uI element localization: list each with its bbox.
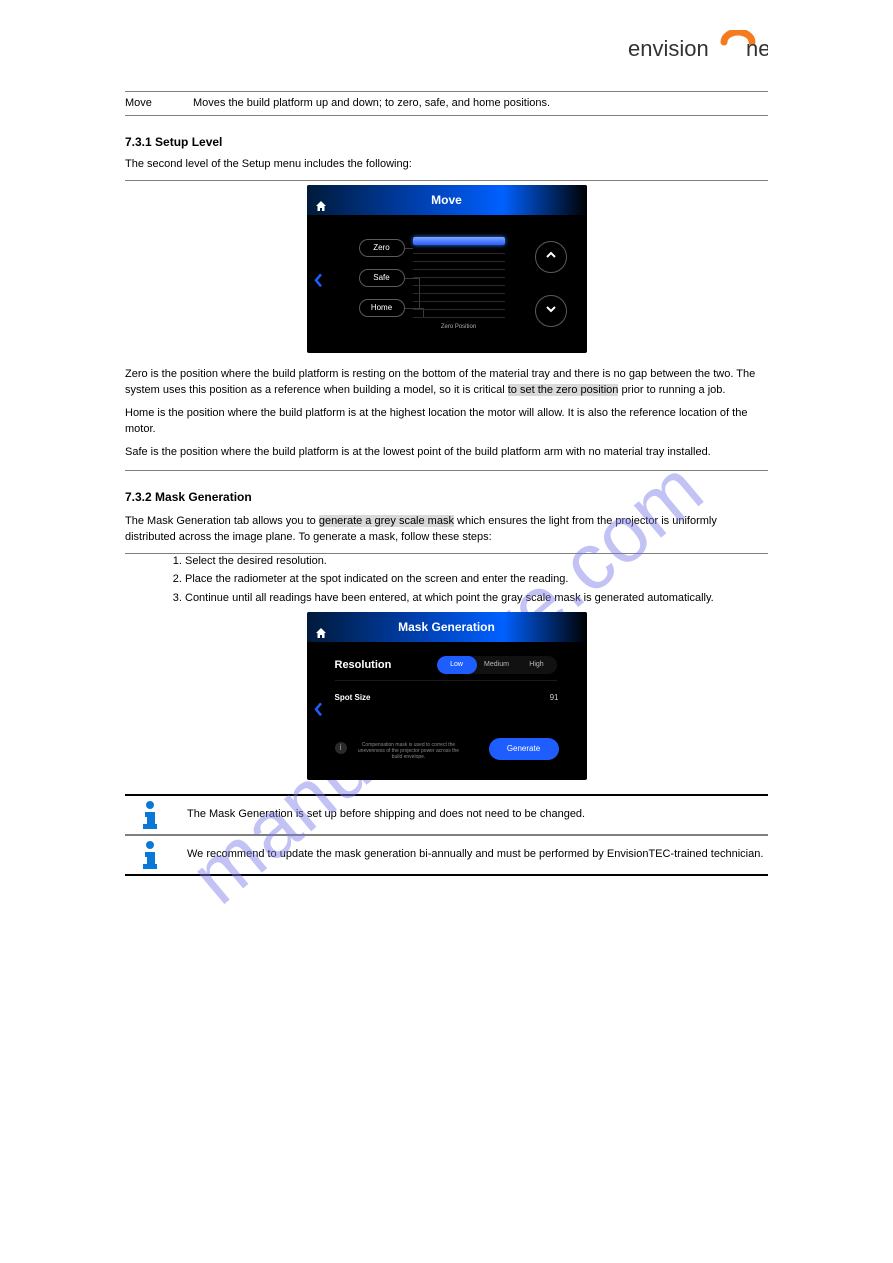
track-line bbox=[413, 285, 505, 286]
section-heading-mask-generation: 7.3.2 Mask Generation bbox=[125, 489, 768, 506]
section-intro-text: The second level of the Setup menu inclu… bbox=[125, 157, 768, 172]
info-note: The Mask Generation is set up before shi… bbox=[125, 794, 768, 835]
info-icon bbox=[138, 800, 162, 830]
resolution-segmented-control[interactable]: Low Medium High bbox=[437, 656, 557, 674]
connector-line bbox=[405, 248, 413, 249]
divider bbox=[125, 180, 768, 181]
table-row: Move Moves the build platform up and dow… bbox=[125, 92, 768, 115]
connector-line bbox=[405, 278, 419, 279]
track-line bbox=[413, 253, 505, 254]
generate-button[interactable]: Generate bbox=[489, 738, 559, 760]
track-line bbox=[413, 317, 505, 318]
spot-size-label: Spot Size bbox=[335, 692, 371, 703]
resolution-option-low[interactable]: Low bbox=[437, 656, 477, 674]
track-line bbox=[413, 261, 505, 262]
paragraph: Zero is the position where the build pla… bbox=[125, 367, 768, 398]
paragraph: Home is the position where the build pla… bbox=[125, 406, 768, 437]
table-cell-right: Moves the build platform up and down; to… bbox=[193, 96, 768, 111]
info-text: Compensation mask is used to correct the… bbox=[353, 742, 465, 760]
svg-text:envision: envision bbox=[628, 36, 709, 61]
divider bbox=[125, 470, 768, 471]
paragraph: Safe is the position where the build pla… bbox=[125, 445, 768, 460]
home-icon[interactable] bbox=[315, 193, 327, 205]
chevron-left-icon[interactable] bbox=[313, 273, 323, 296]
track-line bbox=[413, 309, 505, 310]
panel-title: Mask Generation bbox=[398, 620, 495, 634]
zero-button[interactable]: Zero bbox=[359, 239, 405, 257]
list-item: Continue until all readings have been en… bbox=[185, 591, 768, 606]
resolution-label: Resolution bbox=[335, 658, 392, 673]
svg-text:ne: ne bbox=[746, 36, 768, 61]
track-line bbox=[413, 269, 505, 270]
position-label: Zero Position bbox=[413, 323, 505, 331]
divider bbox=[125, 115, 768, 116]
envisionone-logo: envision ne bbox=[628, 30, 768, 66]
info-icon: i bbox=[335, 742, 347, 754]
note-text: The Mask Generation is set up before shi… bbox=[187, 803, 768, 826]
chevron-up-icon bbox=[544, 248, 558, 267]
chevron-down-icon bbox=[544, 302, 558, 321]
info-icon bbox=[138, 840, 162, 870]
move-down-button[interactable] bbox=[535, 295, 567, 327]
track-line bbox=[413, 277, 505, 278]
mask-panel-screenshot: Mask Generation Resolution Low Medium Hi… bbox=[307, 612, 587, 780]
table-cell-left: Move bbox=[125, 96, 185, 111]
track-line bbox=[413, 293, 505, 294]
panel-header: Mask Generation bbox=[307, 612, 587, 642]
safe-button[interactable]: Safe bbox=[359, 269, 405, 287]
highlighted-text: generate a grey scale mask bbox=[319, 515, 454, 527]
move-up-button[interactable] bbox=[535, 241, 567, 273]
divider bbox=[335, 680, 557, 681]
panel-title: Move bbox=[431, 193, 462, 207]
move-panel-screenshot: Move Zero Safe Home bbox=[307, 185, 587, 353]
home-icon[interactable] bbox=[315, 620, 327, 632]
info-note: We recommend to update the mask generati… bbox=[125, 835, 768, 876]
section-heading-setup-level: 7.3.1 Setup Level bbox=[125, 134, 768, 151]
chevron-left-icon[interactable] bbox=[313, 701, 323, 724]
resolution-option-medium[interactable]: Medium bbox=[477, 656, 517, 674]
track-line bbox=[413, 301, 505, 302]
panel-header: Move bbox=[307, 185, 587, 215]
platform-indicator bbox=[413, 237, 505, 245]
step-list: Select the desired resolution. Place the… bbox=[125, 554, 768, 606]
highlighted-text: to set the zero position bbox=[508, 384, 619, 396]
resolution-option-high[interactable]: High bbox=[517, 656, 557, 674]
list-item: Select the desired resolution. bbox=[185, 554, 768, 569]
header-logo-area: envision ne bbox=[125, 30, 768, 71]
list-item: Place the radiometer at the spot indicat… bbox=[185, 572, 768, 587]
spot-size-value: 91 bbox=[550, 692, 559, 703]
home-button[interactable]: Home bbox=[359, 299, 405, 317]
note-text: We recommend to update the mask generati… bbox=[187, 843, 768, 866]
paragraph: The Mask Generation tab allows you to ge… bbox=[125, 514, 768, 545]
